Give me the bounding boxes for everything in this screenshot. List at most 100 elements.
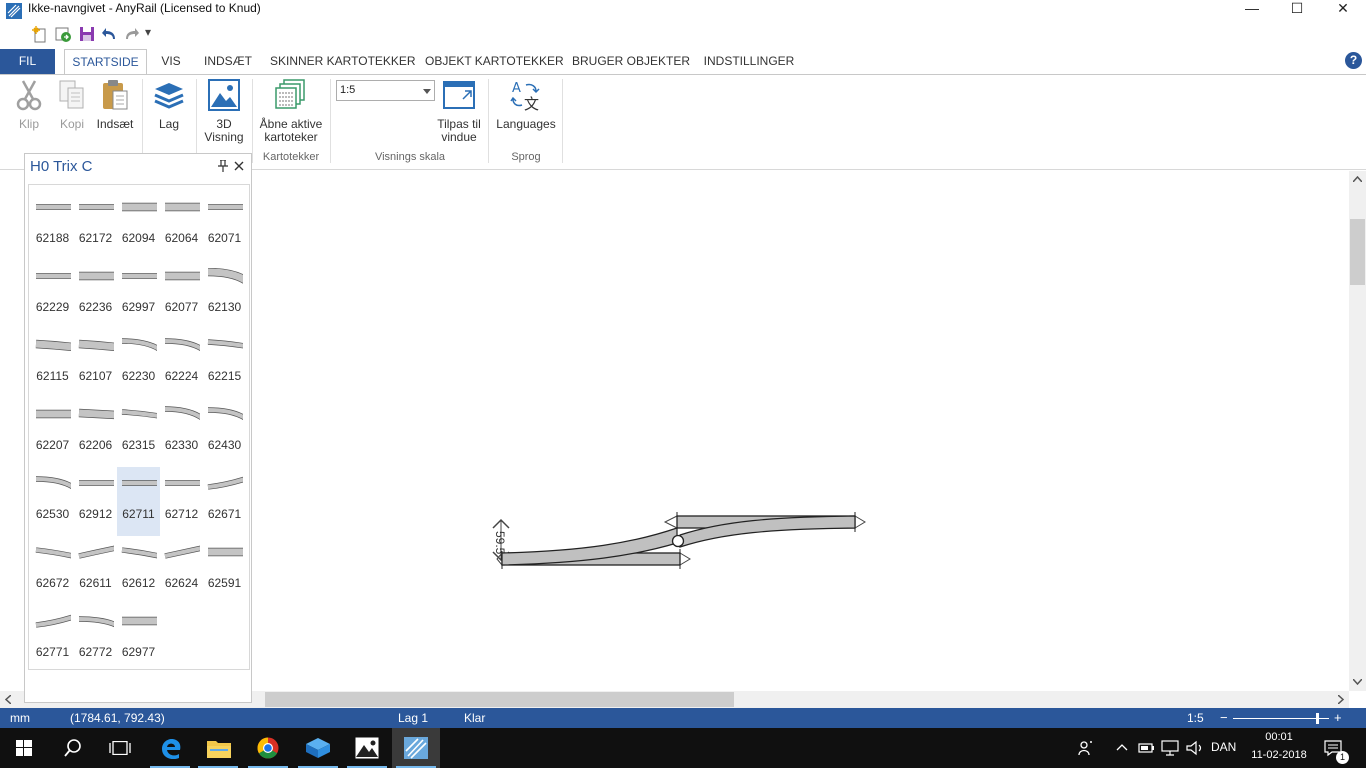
undo-icon[interactable] (101, 27, 117, 41)
taskbar-file-explorer[interactable] (194, 728, 242, 768)
open-file-icon[interactable] (55, 26, 72, 43)
part-62115[interactable]: 62115 (31, 329, 74, 398)
tab-skinner-kartotekker[interactable]: SKINNER KARTOTEKKER (270, 49, 416, 74)
part-62912[interactable]: 62912 (74, 467, 117, 536)
part-62229[interactable]: 62229 (31, 260, 74, 329)
photo-icon (355, 737, 379, 759)
tab-bruger-objekter[interactable]: BRUGER OBJEKTER (572, 49, 690, 74)
part-62230[interactable]: 62230 (117, 329, 160, 398)
taskbar-anyrail[interactable] (392, 728, 440, 768)
part-62611[interactable]: 62611 (74, 536, 117, 605)
network-icon[interactable] (1161, 740, 1179, 756)
new-file-icon[interactable] (32, 26, 49, 43)
vertical-scrollbar[interactable] (1349, 171, 1366, 691)
minimize-button[interactable]: — (1229, 0, 1275, 22)
part-62206[interactable]: 62206 (74, 398, 117, 467)
track-piece-icon (78, 408, 114, 420)
pin-icon[interactable] (218, 160, 228, 172)
part-62071[interactable]: 62071 (203, 191, 246, 260)
part-62771[interactable]: 62771 (31, 605, 74, 674)
track-piece-icon (122, 616, 157, 626)
part-62064[interactable]: 62064 (160, 191, 203, 260)
part-62215[interactable]: 62215 (203, 329, 246, 398)
horizontal-scroll-thumb[interactable] (265, 692, 734, 707)
volume-icon[interactable] (1186, 740, 1204, 756)
part-62612[interactable]: 62612 (117, 536, 160, 605)
scroll-down-icon[interactable] (1353, 679, 1362, 685)
part-62077[interactable]: 62077 (160, 260, 203, 329)
part-62224[interactable]: 62224 (160, 329, 203, 398)
paste-button[interactable]: Indsæt (94, 79, 136, 131)
part-62591[interactable]: 62591 (203, 536, 246, 605)
task-view-button[interactable] (96, 728, 144, 768)
redo-icon[interactable] (124, 27, 140, 41)
battery-icon[interactable] (1138, 741, 1154, 755)
part-62772[interactable]: 62772 (74, 605, 117, 674)
taskbar-3d-app[interactable] (294, 728, 342, 768)
fit-to-window-button[interactable]: Tilpas til vindue (433, 79, 485, 144)
zoom-slider-track[interactable] (1233, 718, 1329, 719)
scroll-right-icon[interactable] (1338, 695, 1344, 704)
part-62672[interactable]: 62672 (31, 536, 74, 605)
part-62107[interactable]: 62107 (74, 329, 117, 398)
tab-vis[interactable]: VIS (155, 49, 187, 74)
design-canvas[interactable]: 59.5 (253, 171, 1349, 691)
tab-startside[interactable]: STARTSIDE (64, 49, 147, 75)
edge-icon (162, 739, 181, 759)
help-icon[interactable]: ? (1345, 52, 1362, 69)
scale-select[interactable]: 1:5 (336, 80, 435, 101)
part-62711[interactable]: 62711 (117, 467, 160, 536)
close-panel-icon[interactable] (234, 161, 244, 171)
part-62430[interactable]: 62430 (203, 398, 246, 467)
save-icon[interactable] (79, 26, 95, 42)
part-label: 62172 (78, 231, 113, 245)
connector-point[interactable] (671, 534, 685, 548)
cut-button[interactable]: Klip (10, 79, 48, 131)
maximize-button[interactable]: ☐ (1274, 0, 1320, 22)
part-62624[interactable]: 62624 (160, 536, 203, 605)
part-62977[interactable]: 62977 (117, 605, 160, 674)
show-hidden-icons[interactable] (1116, 743, 1128, 751)
tab-objekt-kartotekker[interactable]: OBJEKT KARTOTEKKER (425, 49, 564, 74)
tab-fil[interactable]: FIL (0, 49, 55, 74)
tab-indstillinger[interactable]: INDSTILLINGER (700, 49, 798, 74)
part-62130[interactable]: 62130 (203, 260, 246, 329)
people-icon[interactable] (1078, 740, 1094, 756)
close-button[interactable]: ✕ (1320, 0, 1366, 22)
part-62530[interactable]: 62530 (31, 467, 74, 536)
part-62172[interactable]: 62172 (74, 191, 117, 260)
clock-time[interactable]: 00:01 (1246, 731, 1312, 743)
part-label: 62612 (121, 576, 156, 590)
languages-button[interactable]: A 文 Languages (494, 79, 558, 131)
part-62094[interactable]: 62094 (117, 191, 160, 260)
scroll-left-icon[interactable] (5, 695, 11, 704)
clock-date[interactable]: 11-02-2018 (1246, 749, 1312, 761)
zoom-in-button[interactable]: + (1334, 710, 1342, 725)
status-coordinates: (1784.61, 792.43) (70, 711, 165, 725)
layers-button[interactable]: Lag (150, 79, 188, 131)
copy-button[interactable]: Kopi (53, 79, 91, 131)
part-62712[interactable]: 62712 (160, 467, 203, 536)
input-language[interactable]: DAN (1211, 740, 1236, 754)
tab-indsaet[interactable]: INDSÆT (200, 49, 256, 74)
scroll-up-icon[interactable] (1353, 176, 1362, 182)
open-catalogs-button[interactable]: Åbne aktive kartoteker (256, 79, 326, 144)
part-62188[interactable]: 62188 (31, 191, 74, 260)
start-button[interactable] (0, 728, 48, 768)
search-button[interactable] (48, 728, 96, 768)
part-62997[interactable]: 62997 (117, 260, 160, 329)
part-62330[interactable]: 62330 (160, 398, 203, 467)
part-62315[interactable]: 62315 (117, 398, 160, 467)
part-62236[interactable]: 62236 (74, 260, 117, 329)
zoom-slider-thumb[interactable] (1316, 713, 1320, 724)
part-62671[interactable]: 62671 (203, 467, 246, 536)
taskbar-edge[interactable] (146, 728, 194, 768)
taskbar-chrome[interactable] (244, 728, 292, 768)
customize-qat-dropdown[interactable]: ▾ (145, 25, 151, 39)
vertical-scroll-thumb[interactable] (1350, 219, 1365, 285)
taskbar-photos[interactable] (343, 728, 391, 768)
track-layout[interactable]: 59.5 (253, 171, 1349, 691)
zoom-out-button[interactable]: − (1220, 710, 1228, 725)
part-62207[interactable]: 62207 (31, 398, 74, 467)
view-3d-button[interactable]: 3D Visning (202, 79, 246, 144)
